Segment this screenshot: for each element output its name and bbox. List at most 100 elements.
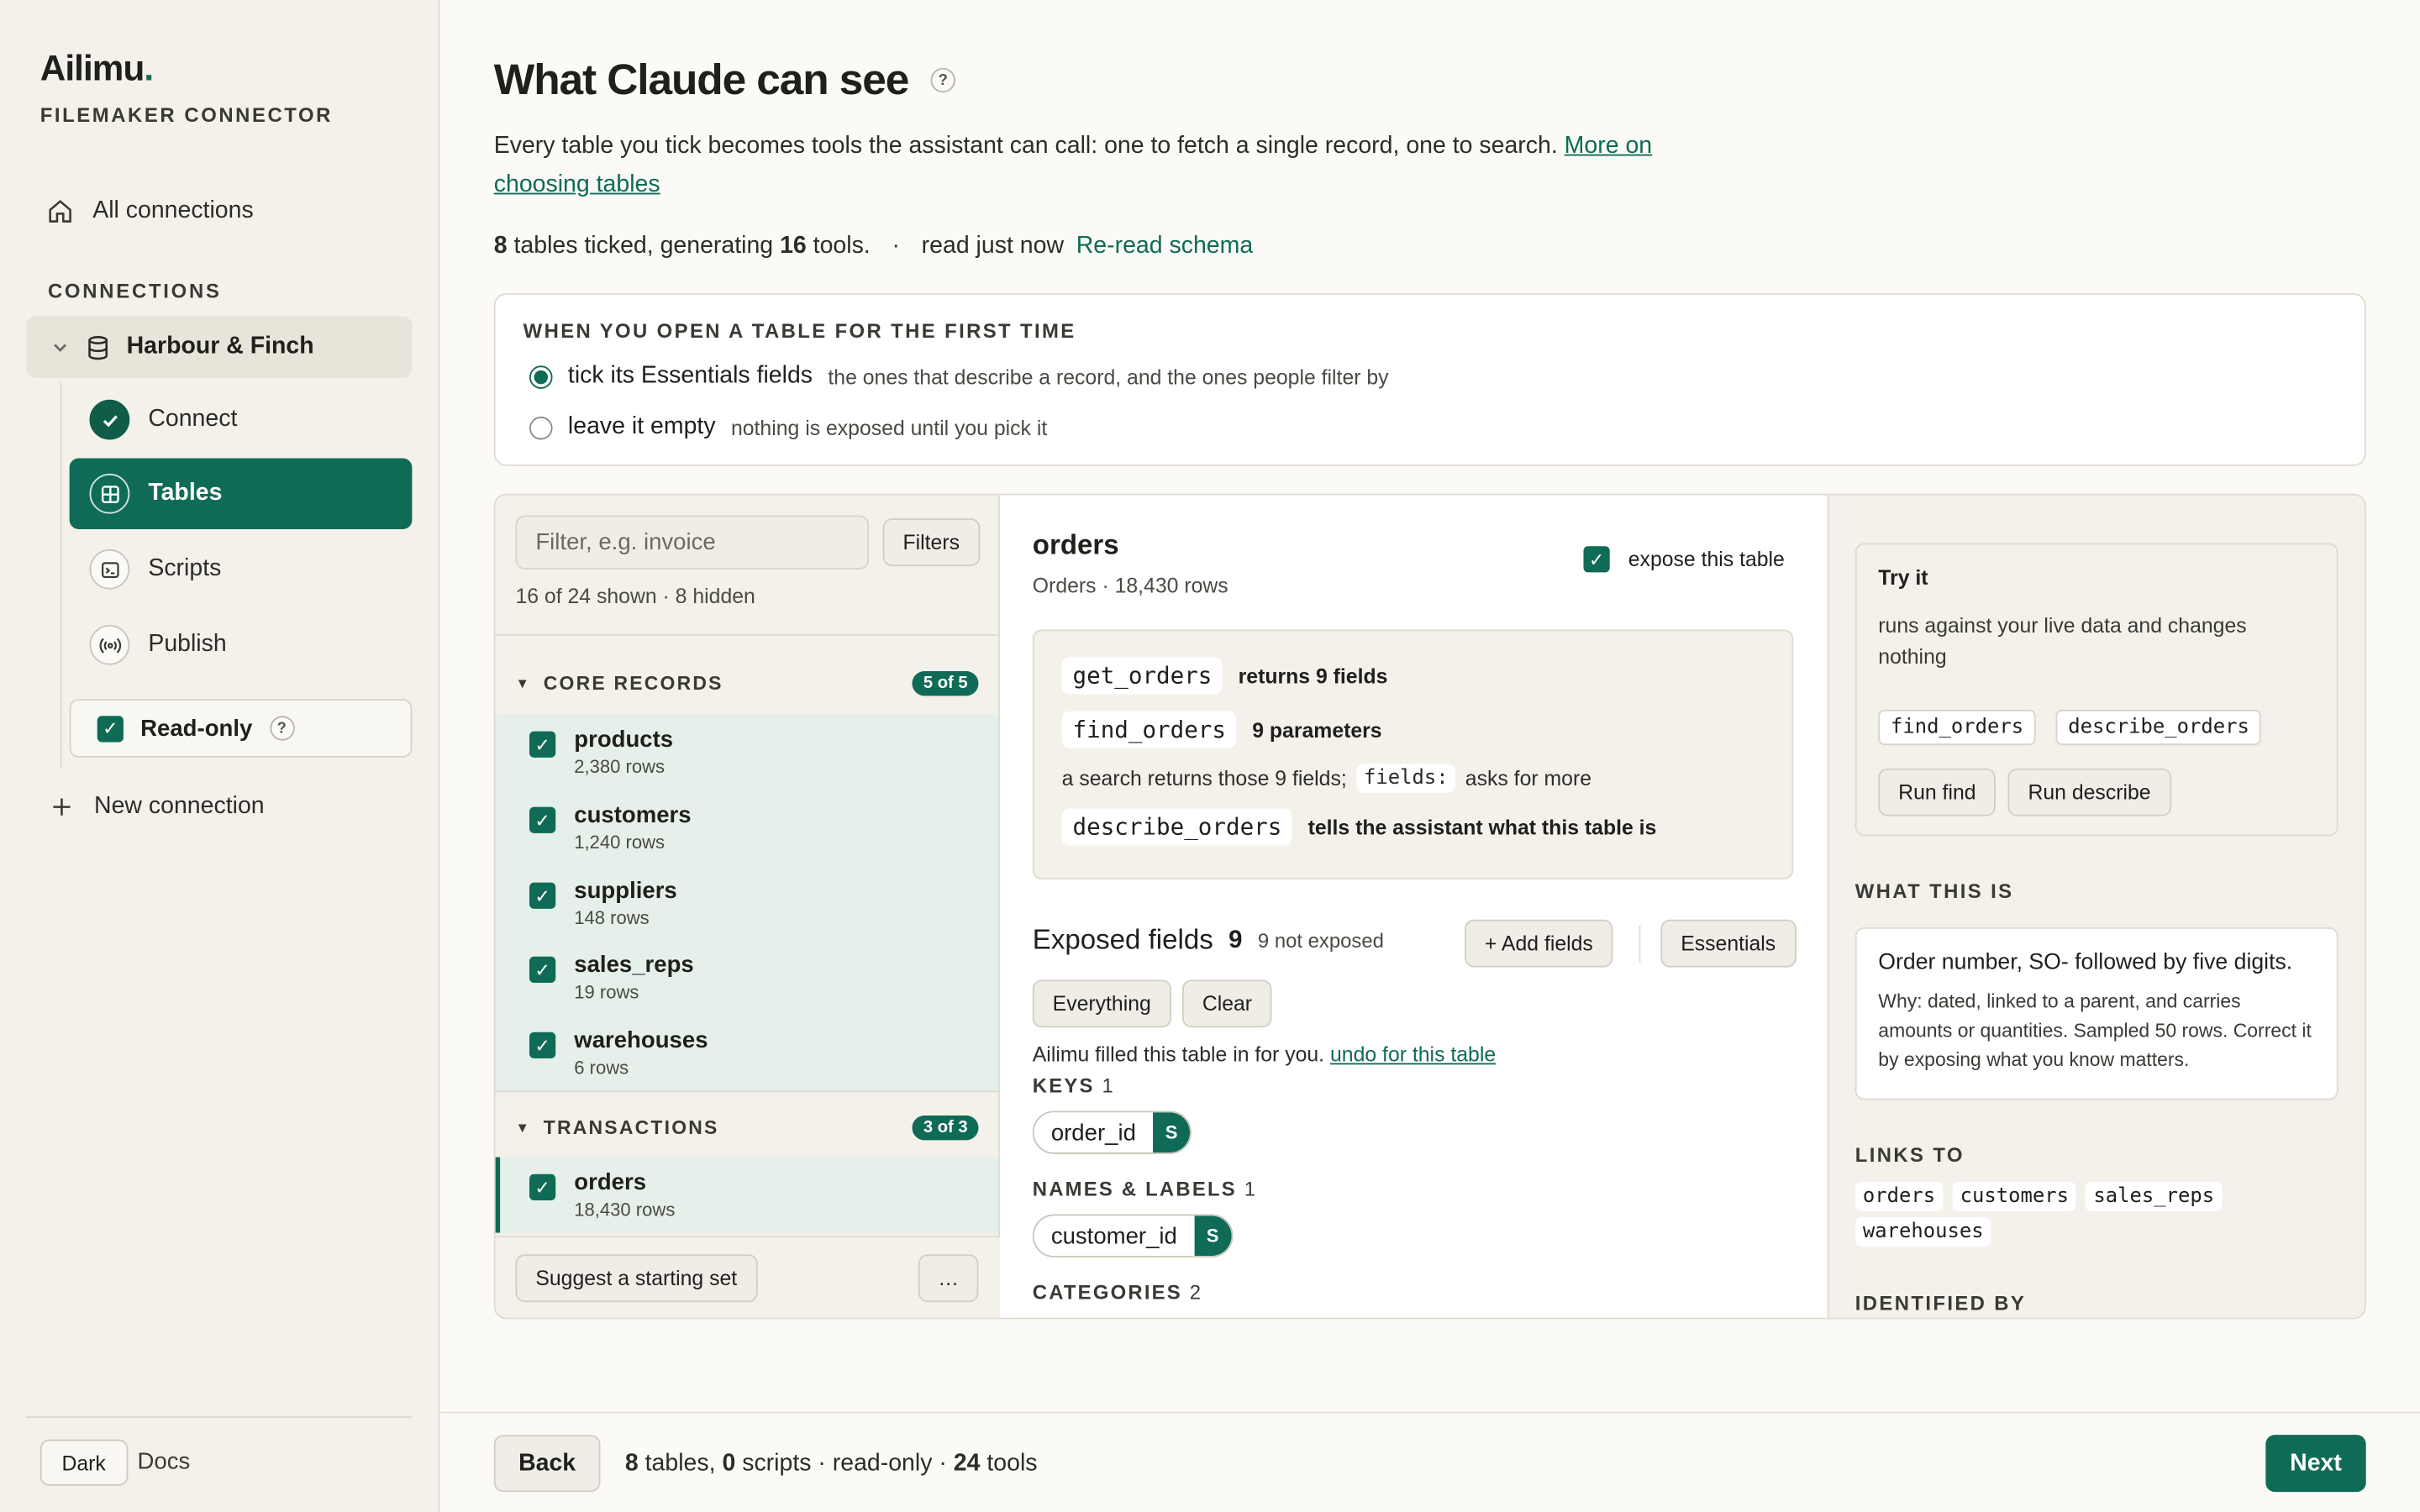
table-row-sales-reps[interactable]: ✓ sales_reps 19 rows [495,939,999,1016]
links-to-label: LINKS TO [1854,1143,1965,1167]
help-icon[interactable]: ? [929,67,955,93]
filters-button[interactable]: Filters [882,518,980,567]
everything-button[interactable]: Everything [1032,979,1171,1028]
step-connect[interactable]: Connect [70,384,413,454]
table-name: sales_reps [574,952,694,979]
table-row-warehouses[interactable]: ✓ warehouses 6 rows [495,1015,999,1091]
table-checkbox[interactable]: ✓ [529,731,556,758]
try-tool-describe[interactable]: describe_orders [2055,709,2262,746]
table-checkbox[interactable]: ✓ [529,956,556,983]
brand-subtitle: FILEMAKER CONNECTOR [39,103,333,127]
terminal-icon [89,549,130,590]
clear-button[interactable]: Clear [1181,979,1272,1028]
search-note-text: a search returns those 9 fields; [1061,766,1347,790]
read-status: read just now [921,233,1065,260]
table-filter-input[interactable]: Filter, e.g. invoice [515,515,870,570]
table-row-orders[interactable]: ✓ orders 18,430 rows [495,1157,999,1233]
step-tables[interactable]: Tables [69,458,413,529]
run-describe-button[interactable]: Run describe [2007,768,2171,816]
exposed-count: 9 [1228,926,1243,953]
table-row-products[interactable]: ✓ products 2,380 rows [495,714,999,790]
group-name: TRANSACTIONS [543,1116,719,1139]
fields-param: fields: [1355,764,1456,794]
group-header-transactions[interactable]: ▼ TRANSACTIONS 3 of 3 [515,1115,979,1141]
tool-name: describe_orders [1061,808,1293,846]
link-chip[interactable]: warehouses [1854,1217,1991,1247]
run-find-button[interactable]: Run find [1878,768,1996,816]
search-note-text: asks for more [1465,766,1592,790]
help-icon[interactable]: ? [269,716,294,741]
radio-label: tick its Essentials fields [567,362,813,389]
link-chip[interactable]: orders [1854,1181,1944,1211]
main-content: What Claude can see ? Every table you ti… [439,0,2420,1512]
table-checkbox[interactable]: ✓ [529,1173,556,1200]
caret-down-icon[interactable]: ▼ [515,1120,531,1135]
reread-schema-link[interactable]: Re-read schema [1076,233,1253,260]
tool-name: get_orders [1061,657,1223,695]
readonly-label: Read-only [140,715,253,742]
first-open-label: WHEN YOU OPEN A TABLE FOR THE FIRST TIME [523,319,1076,343]
step-tables-label: Tables [148,480,223,507]
radio-button[interactable] [529,365,553,388]
field-pill-order-id[interactable]: order_id S [1032,1110,1192,1154]
step-scripts[interactable]: Scripts [70,534,413,605]
field-pill-customer-id[interactable]: customer_id S [1032,1214,1234,1257]
expose-table-toggle[interactable]: ✓ expose this table [1583,546,1785,573]
field-type-badge: S [1194,1215,1232,1257]
back-button[interactable]: Back [493,1435,601,1493]
table-row-customers[interactable]: ✓ customers 1,240 rows [495,790,999,866]
link-chip[interactable]: sales_reps [2086,1181,2223,1211]
all-connections-link[interactable]: All connections [46,197,254,225]
connection-harbour-finch[interactable]: Harbour & Finch [26,316,413,378]
what-this-is-title: Order number, SO- followed by five digit… [1878,950,2293,975]
table-row-suppliers[interactable]: ✓ suppliers 148 rows [495,865,999,942]
next-button[interactable]: Next [2265,1435,2366,1493]
page-title-text: What Claude can see [493,55,910,104]
table-checkbox[interactable]: ✓ [529,806,556,833]
undo-link[interactable]: undo for this table [1330,1043,1496,1067]
table-rows: 18,430 rows [574,1199,676,1221]
tool-get: get_orders returns 9 fields [1061,657,1387,695]
chevron-down-icon[interactable] [51,338,70,356]
radio-tick-essentials[interactable]: tick its Essentials fields the ones that… [529,363,1389,391]
table-rows: 6 rows [574,1057,629,1079]
suggest-starting-set-button[interactable]: Suggest a starting set [515,1254,758,1303]
new-connection-label: New connection [94,793,265,820]
dark-mode-button[interactable]: Dark [39,1439,128,1486]
radio-label: leave it empty [567,413,716,440]
table-checkbox[interactable]: ✓ [529,882,556,909]
table-list-footer: Suggest a starting set … [495,1236,1001,1318]
tables-panel: Filter, e.g. invoice Filters 16 of 24 sh… [493,493,2366,1320]
try-tool-find[interactable]: find_orders [1878,709,2036,746]
divider [495,633,1001,636]
link-chip[interactable]: customers [1952,1181,2077,1211]
generated-tools-box: get_orders returns 9 fields find_orders … [1032,629,1794,879]
divider [1639,926,1641,963]
step-scripts-label: Scripts [148,555,222,582]
more-options-button[interactable]: … [918,1254,979,1303]
essentials-button[interactable]: Essentials [1660,919,1797,968]
group-count-badge: 5 of 5 [912,670,979,696]
radio-button[interactable] [529,415,553,439]
caret-down-icon[interactable]: ▼ [515,675,531,690]
group-header-core-records[interactable]: ▼ CORE RECORDS 5 of 5 [515,670,979,696]
brand-logo: Ailimu. [39,47,154,88]
sidebar-divider [26,1416,413,1418]
tree-line [60,382,62,769]
home-icon [49,200,71,223]
add-fields-button[interactable]: + Add fields [1465,919,1613,968]
connections-section-label: CONNECTIONS [47,279,222,302]
new-connection-button[interactable]: New connection [51,793,265,821]
readonly-checkbox[interactable]: ✓ [97,715,124,742]
exposed-fields-heading: Exposed fields [1032,924,1213,955]
expose-checkbox[interactable]: ✓ [1583,546,1610,573]
readonly-toggle[interactable]: ✓ Read-only ? [69,699,413,758]
docs-link[interactable]: Docs [137,1449,190,1475]
table-rows: 2,380 rows [574,755,666,778]
radio-leave-empty[interactable]: leave it empty nothing is exposed until … [529,413,1047,441]
step-publish[interactable]: Publish [70,610,413,680]
tool-name: find_orders [1061,711,1237,748]
table-checkbox[interactable]: ✓ [529,1032,556,1058]
table-name: customers [574,802,692,829]
footer-summary: 8 tables, 0 scripts · read-only · 24 too… [624,1450,1038,1477]
